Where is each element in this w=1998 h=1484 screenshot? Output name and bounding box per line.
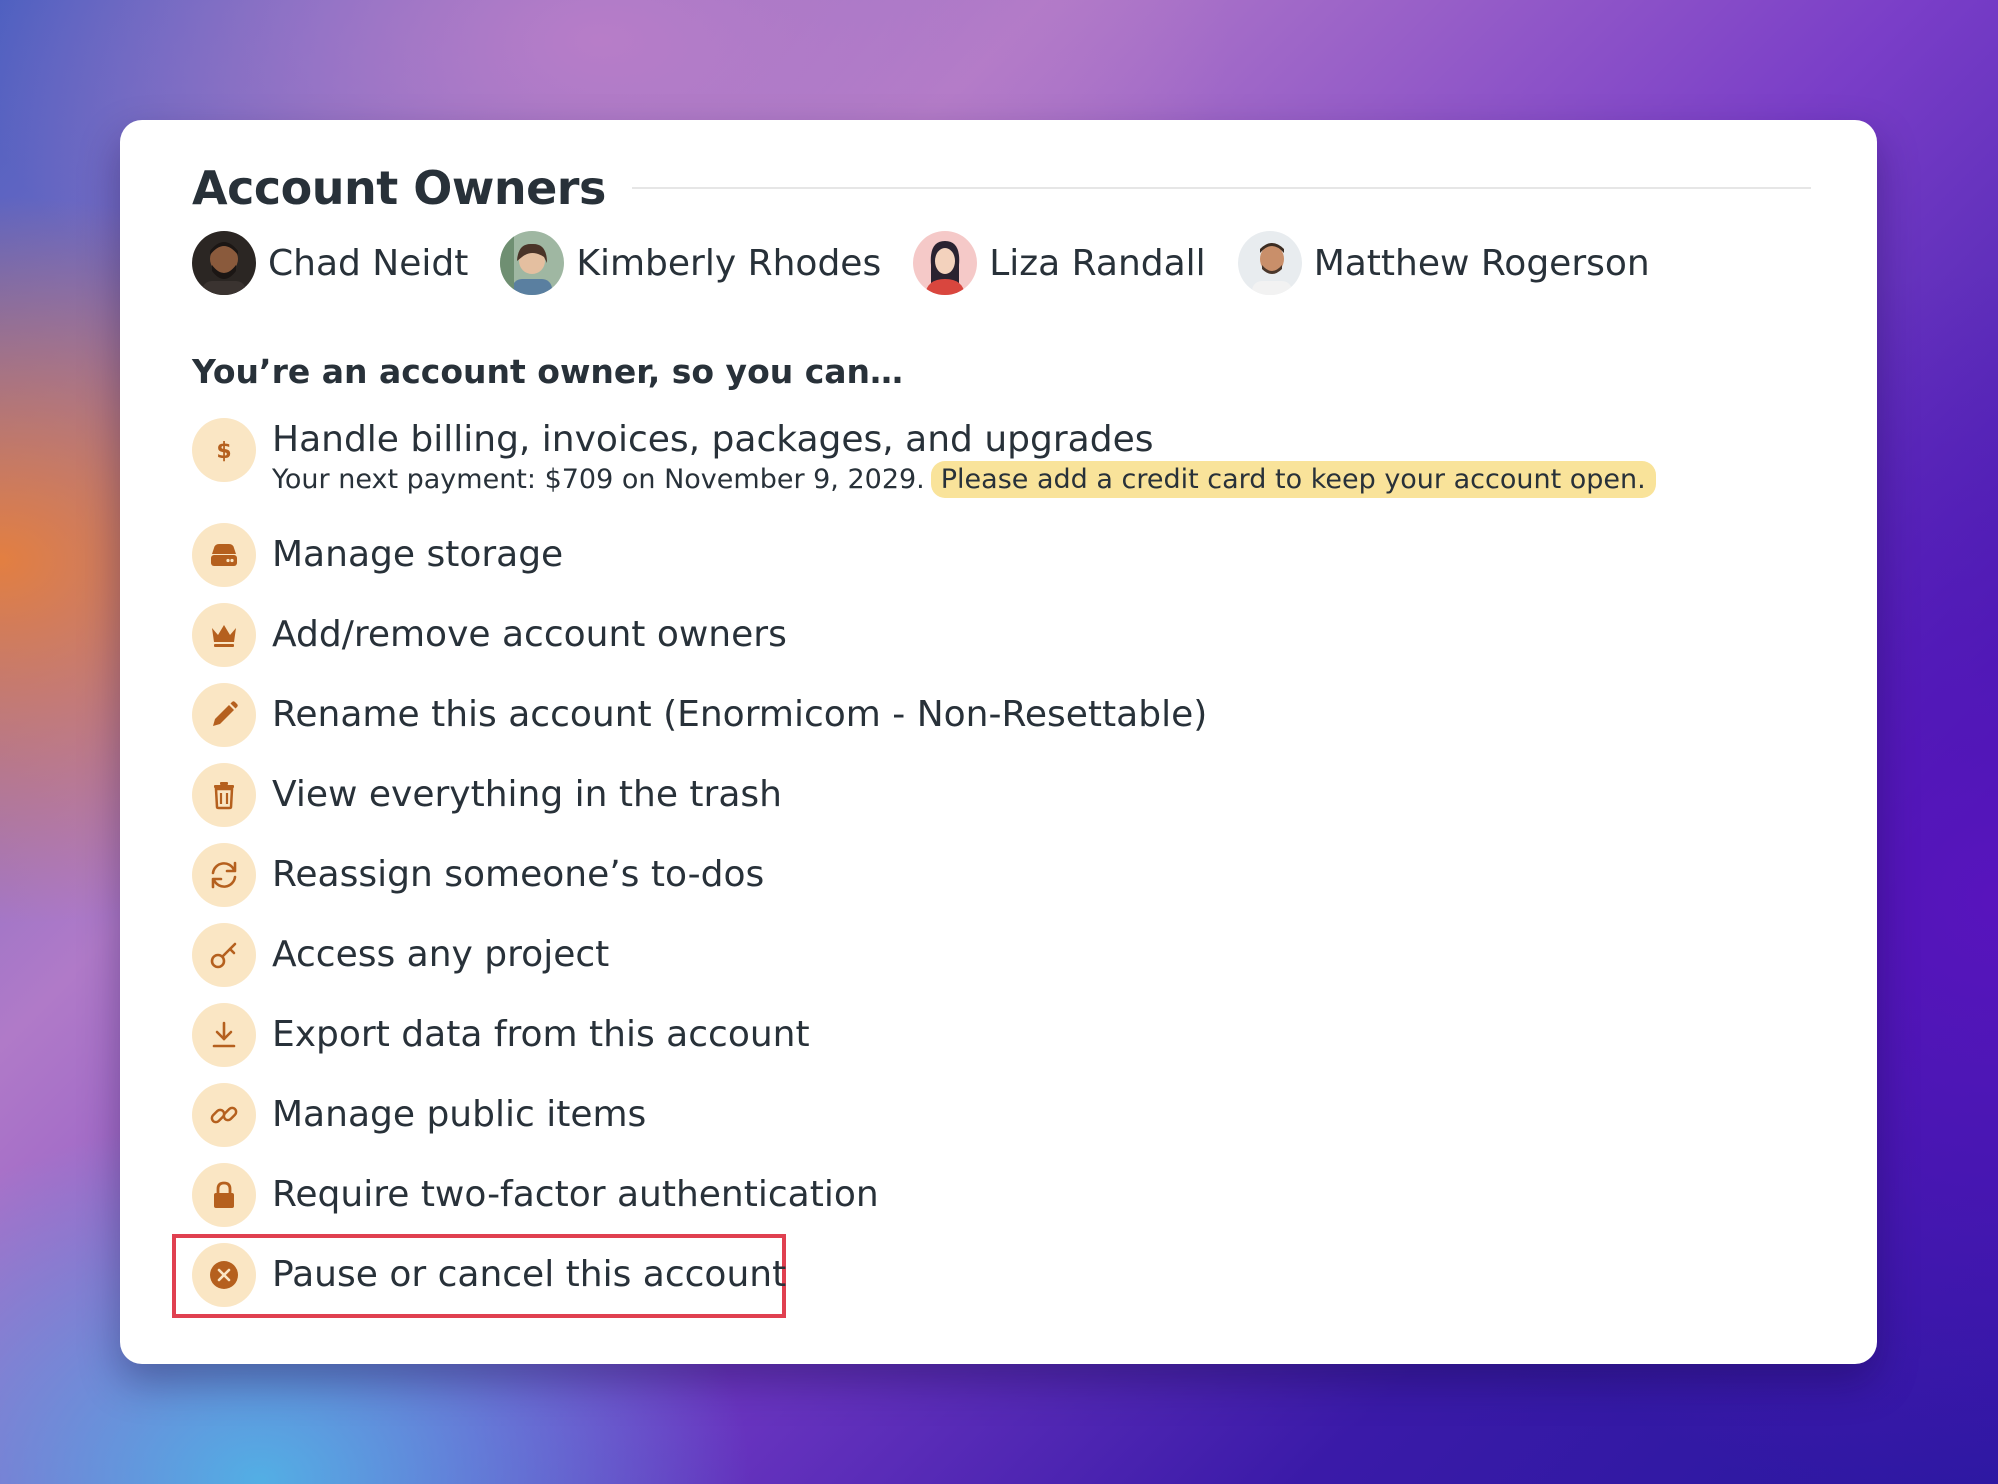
permissions-heading: You’re an account owner, so you can… bbox=[192, 352, 904, 391]
avatar bbox=[913, 231, 978, 295]
perm-public[interactable]: Manage public items bbox=[192, 1083, 646, 1147]
perm-export-label: Export data from this account bbox=[272, 1014, 810, 1055]
avatar bbox=[192, 231, 256, 295]
perm-cancel[interactable]: Pause or cancel this account bbox=[192, 1243, 786, 1307]
owner-chip[interactable]: Chad Neidt bbox=[192, 231, 468, 295]
key-icon bbox=[192, 923, 256, 987]
dollar-icon: $ bbox=[192, 418, 256, 482]
owner-name: Kimberly Rhodes bbox=[576, 242, 882, 284]
perm-export[interactable]: Export data from this account bbox=[192, 1003, 810, 1067]
perm-rename-label: Rename this account (Enormicom - Non-Res… bbox=[272, 694, 1208, 735]
link-icon bbox=[192, 1083, 256, 1147]
pencil-icon bbox=[192, 683, 256, 747]
perm-rename[interactable]: Rename this account (Enormicom - Non-Res… bbox=[192, 683, 1207, 747]
perm-storage[interactable]: Manage storage bbox=[192, 523, 563, 587]
owner-name: Chad Neidt bbox=[268, 242, 469, 284]
perm-billing-label: Handle billing, invoices, packages, and … bbox=[272, 419, 1154, 460]
section-header: Account Owners bbox=[192, 148, 1811, 228]
perm-billing[interactable]: $ Handle billing, invoices, packages, an… bbox=[192, 418, 1656, 498]
next-payment-text: Your next payment: $709 on November 9, 2… bbox=[272, 464, 925, 495]
credit-card-alert[interactable]: Please add a credit card to keep your ac… bbox=[930, 461, 1656, 498]
perm-reassign[interactable]: Reassign someone’s to-dos bbox=[192, 843, 764, 907]
account-owners-card: Account Owners Chad Neidt Kimberly Rhode… bbox=[120, 120, 1877, 1364]
perm-reassign-label: Reassign someone’s to-dos bbox=[272, 854, 765, 895]
owner-name: Liza Randall bbox=[989, 242, 1206, 284]
owner-chip[interactable]: Liza Randall bbox=[913, 231, 1206, 295]
owner-chip[interactable]: Matthew Rogerson bbox=[1237, 231, 1650, 295]
owner-name: Matthew Rogerson bbox=[1313, 242, 1650, 284]
perm-twofactor-label: Require two-factor authentication bbox=[272, 1174, 879, 1215]
perm-trash-label: View everything in the trash bbox=[272, 774, 782, 815]
refresh-icon bbox=[192, 843, 256, 907]
close-circle-icon bbox=[192, 1243, 256, 1307]
svg-text:$: $ bbox=[216, 439, 231, 464]
payment-note: Your next payment: $709 on November 9, 2… bbox=[272, 461, 1656, 498]
storage-icon bbox=[192, 523, 256, 587]
crown-icon bbox=[192, 603, 256, 667]
perm-storage-label: Manage storage bbox=[272, 534, 564, 575]
perm-owners[interactable]: Add/remove account owners bbox=[192, 603, 787, 667]
perm-trash[interactable]: View everything in the trash bbox=[192, 763, 782, 827]
trash-icon bbox=[192, 763, 256, 827]
avatar bbox=[1237, 231, 1302, 295]
owner-chip[interactable]: Kimberly Rhodes bbox=[500, 231, 881, 295]
download-icon bbox=[192, 1003, 256, 1067]
perm-twofactor[interactable]: Require two-factor authentication bbox=[192, 1163, 879, 1227]
lock-icon bbox=[192, 1163, 256, 1227]
section-title: Account Owners bbox=[192, 161, 606, 215]
perm-cancel-label: Pause or cancel this account bbox=[272, 1254, 787, 1295]
perm-access[interactable]: Access any project bbox=[192, 923, 609, 987]
perm-owners-label: Add/remove account owners bbox=[272, 614, 787, 655]
owners-list: Chad Neidt Kimberly Rhodes Liza Randall … bbox=[192, 228, 1682, 298]
perm-public-label: Manage public items bbox=[272, 1094, 647, 1135]
header-divider bbox=[631, 187, 1811, 189]
avatar bbox=[500, 231, 565, 295]
perm-access-label: Access any project bbox=[272, 934, 610, 975]
